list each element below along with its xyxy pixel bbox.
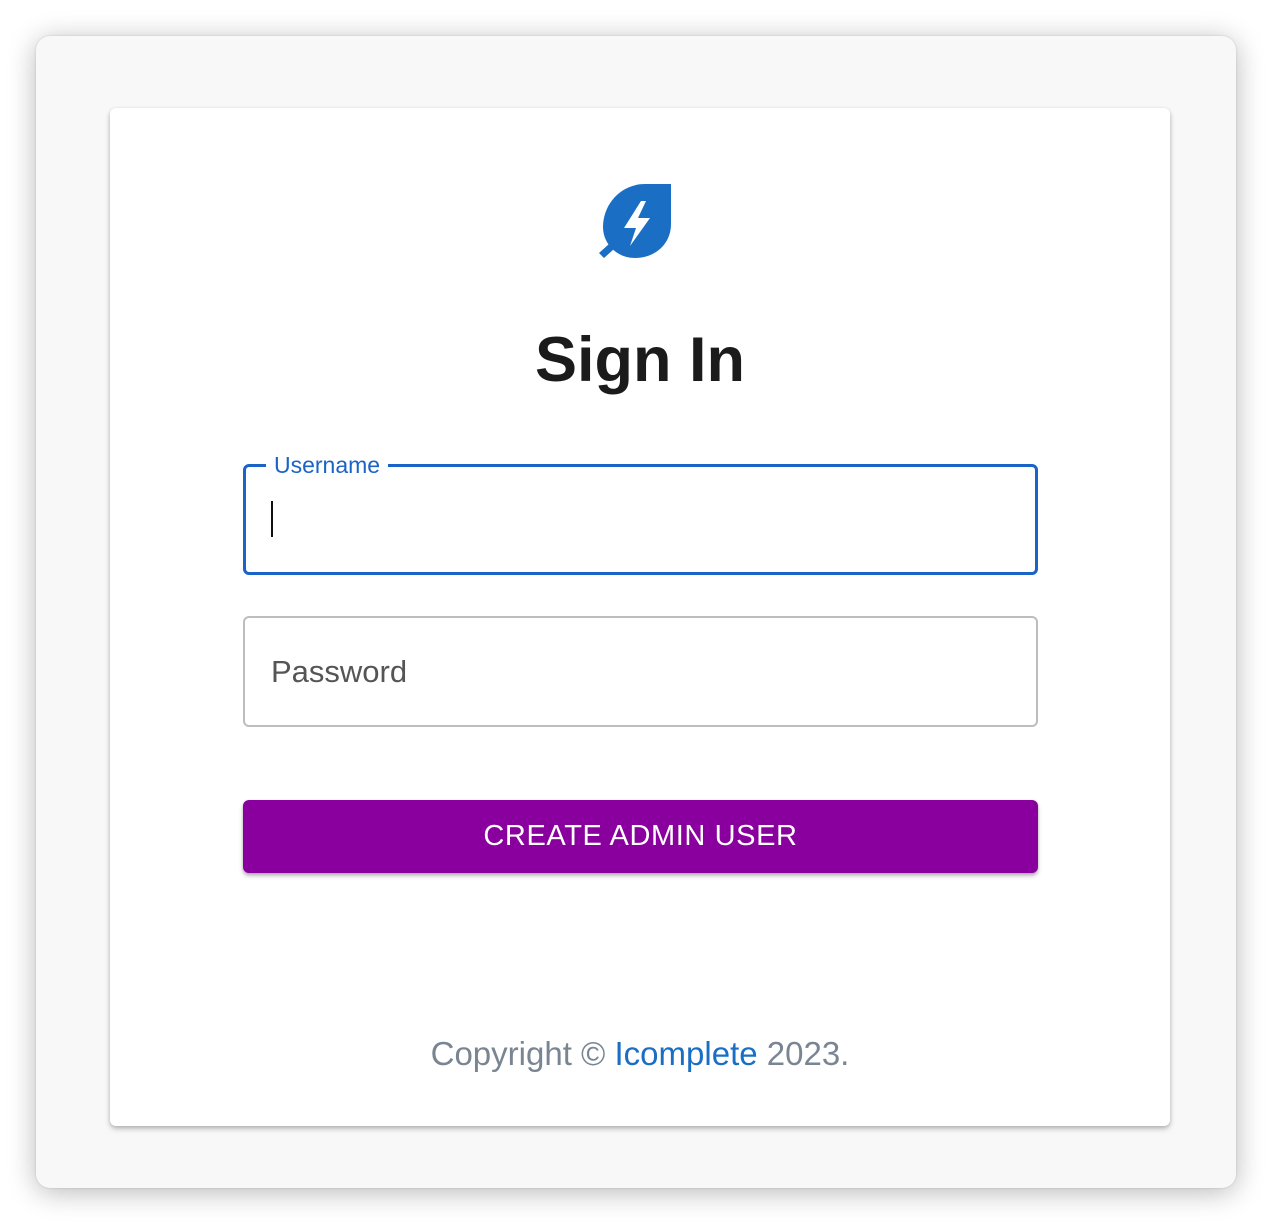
lightning-leaf-icon: [599, 184, 671, 258]
create-admin-user-button[interactable]: CREATE ADMIN USER: [243, 800, 1038, 873]
page-title: Sign In: [535, 325, 745, 395]
username-field[interactable]: Username: [243, 450, 1038, 575]
password-field[interactable]: [243, 616, 1038, 727]
password-input[interactable]: [245, 618, 1036, 725]
copyright-footer: Copyright © Icomplete 2023.: [110, 1034, 1170, 1074]
browser-window: Sign In Username CREATE ADMIN USER Copyr…: [36, 36, 1236, 1188]
username-input[interactable]: [246, 467, 1035, 572]
copyright-prefix: Copyright ©: [430, 1035, 606, 1072]
sign-in-card: Sign In Username CREATE ADMIN USER Copyr…: [110, 108, 1170, 1126]
company-link[interactable]: Icomplete: [615, 1035, 758, 1072]
copyright-year: 2023.: [766, 1035, 850, 1072]
